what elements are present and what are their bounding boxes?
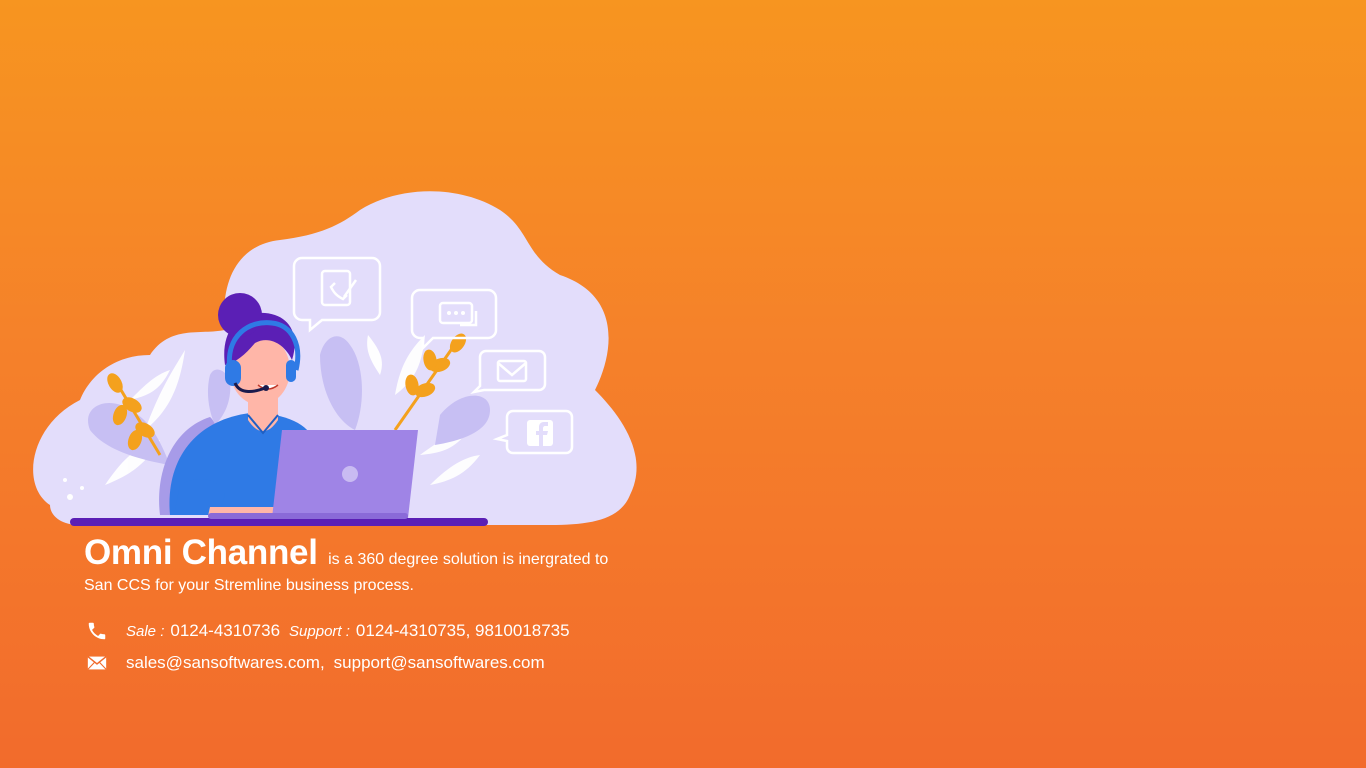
sale-label: Sale :: [126, 622, 165, 640]
headset-ear: [225, 360, 241, 386]
tagline-line-2: San CCS for your Stremline business proc…: [84, 577, 414, 594]
email-contact-row: sales@sansoftwares.com, support@sansoftw…: [86, 652, 554, 674]
support-label: Support :: [289, 622, 350, 640]
phone-icon: [88, 622, 106, 640]
envelope-icon: [87, 656, 107, 670]
support-agent-illustration: [33, 191, 637, 526]
support-email-link[interactable]: support@sansoftwares.com: [334, 653, 545, 673]
sales-email-link[interactable]: sales@sansoftwares.com,: [126, 653, 325, 673]
laptop-base: [208, 513, 408, 519]
tagline-line-1: is a 360 degree solution is inergrated t…: [328, 551, 609, 568]
laptop-logo: [342, 466, 358, 482]
headset-ear-right: [286, 360, 296, 382]
desk: [70, 518, 488, 526]
phone-contact-row: Sale : 0124-4310736 Support : 0124-43107…: [86, 620, 579, 642]
sale-number[interactable]: 0124-4310736: [170, 621, 280, 641]
chat-dots: [447, 311, 465, 315]
facebook-icon: [527, 420, 553, 446]
headset-mic-tip: [263, 385, 269, 391]
hero-headline: Omni Channel is a 360 degree solution is…: [84, 532, 664, 595]
support-numbers[interactable]: 0124-4310735, 9810018735: [356, 621, 570, 641]
brand-title: Omni Channel: [84, 533, 318, 572]
